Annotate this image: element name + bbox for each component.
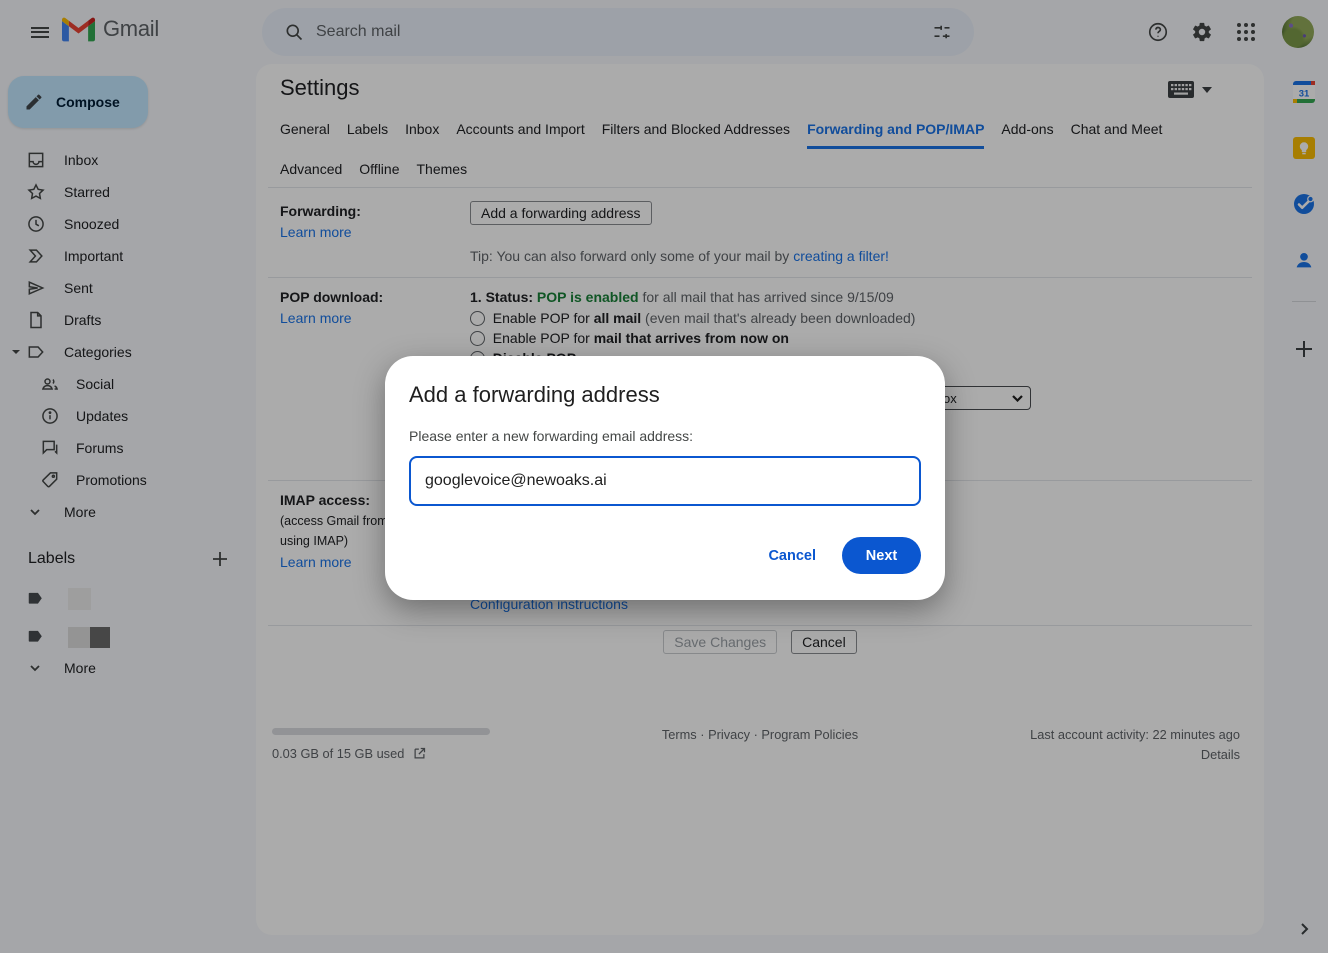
dialog-title: Add a forwarding address — [409, 382, 660, 408]
dialog-next-button[interactable]: Next — [842, 537, 921, 574]
add-forwarding-address-dialog: Add a forwarding address Please enter a … — [385, 356, 945, 600]
dialog-prompt: Please enter a new forwarding email addr… — [409, 428, 693, 444]
dialog-cancel-button[interactable]: Cancel — [768, 548, 816, 564]
dialog-actions: Cancel Next — [385, 537, 945, 574]
forwarding-email-input[interactable] — [409, 456, 921, 506]
